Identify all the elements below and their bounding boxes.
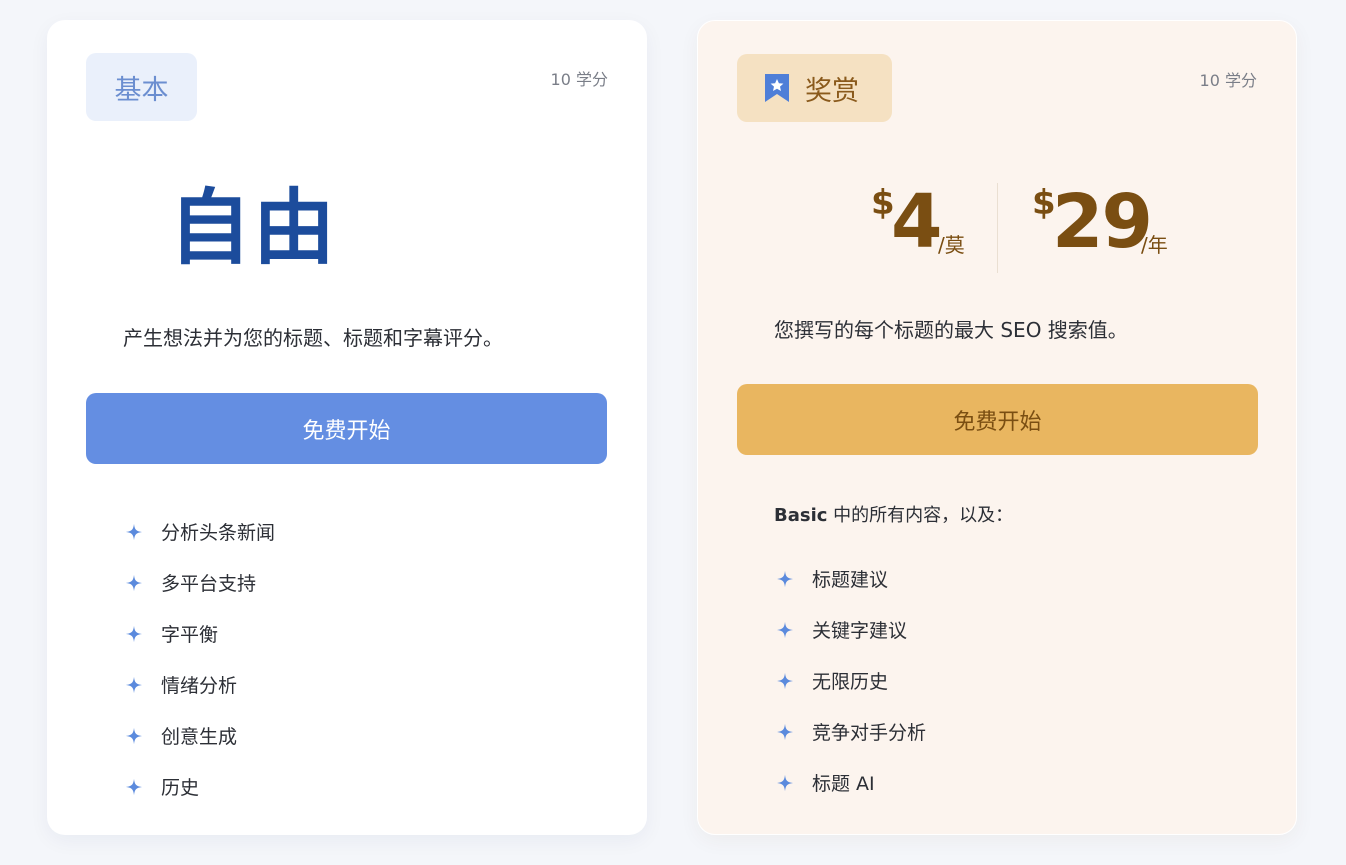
start-free-button[interactable]: 免费开始	[86, 393, 607, 464]
sparkle-icon	[125, 574, 143, 591]
sparkle-icon	[125, 727, 143, 744]
plan-badge-label: 基本	[114, 74, 169, 106]
premium-plan-card: 奖赏 10 学分 $ 4 /莫 $ 29 /年 您撰写的每个标题的最大 SEO …	[697, 20, 1297, 835]
includes-note: Basic 中的所有内容，以及：	[774, 501, 1013, 527]
price-row: $ 4 /莫 $ 29 /年	[698, 183, 1298, 275]
feature-label: 分析头条新闻	[161, 522, 276, 544]
sparkle-icon	[776, 621, 794, 638]
feature-item: 分析头条新闻	[125, 506, 275, 557]
plan-badge-premium: 奖赏	[737, 54, 892, 122]
sparkle-icon	[125, 625, 143, 642]
credits-label: 10 学分	[1199, 71, 1257, 90]
feature-label: 无限历史	[812, 671, 889, 693]
price-amount: 4	[891, 179, 942, 265]
feature-label: 历史	[161, 777, 200, 799]
feature-label: 字平衡	[161, 624, 219, 646]
basic-plan-card: 基本 10 学分 自由 产生想法并为您的标题、标题和字幕评分。 免费开始 分析头…	[47, 20, 647, 835]
feature-label: 标题建议	[812, 569, 889, 591]
sparkle-icon	[776, 723, 794, 740]
sparkle-icon	[776, 774, 794, 791]
plan-price-free: 自由	[169, 181, 338, 276]
sparkle-icon	[125, 676, 143, 693]
feature-label: 创意生成	[161, 726, 238, 748]
feature-item: 多平台支持	[125, 557, 275, 608]
price-divider	[997, 183, 998, 273]
feature-list: 分析头条新闻 多平台支持 字平衡 情绪分析 创意生成 历史	[125, 506, 275, 812]
bookmark-star-icon	[765, 74, 789, 102]
price-period: /年	[1141, 233, 1168, 257]
feature-label: 关键字建议	[812, 620, 908, 642]
feature-item: 创意生成	[125, 710, 275, 761]
credits-label: 10 学分	[550, 70, 608, 89]
price-period: /莫	[938, 233, 965, 257]
sparkle-icon	[125, 778, 143, 795]
feature-item: 标题 AI	[776, 757, 926, 808]
feature-item: 竞争对手分析	[776, 706, 926, 757]
feature-item: 字平衡	[125, 608, 275, 659]
feature-label: 情绪分析	[161, 675, 238, 697]
plan-badge-label: 奖赏	[805, 75, 859, 107]
feature-label: 竞争对手分析	[812, 722, 927, 744]
feature-item: 标题建议	[776, 553, 926, 604]
price-amount: 29	[1052, 179, 1153, 265]
start-free-button[interactable]: 免费开始	[737, 384, 1258, 455]
sparkle-icon	[776, 672, 794, 689]
plan-description: 您撰写的每个标题的最大 SEO 搜索值。	[774, 318, 1128, 342]
feature-item: 无限历史	[776, 655, 926, 706]
feature-item: 关键字建议	[776, 604, 926, 655]
feature-item: 情绪分析	[125, 659, 275, 710]
feature-list: 标题建议 关键字建议 无限历史 竞争对手分析 标题 AI	[776, 553, 926, 808]
feature-label: 多平台支持	[161, 573, 257, 595]
feature-label: 标题 AI	[812, 773, 875, 795]
sparkle-icon	[125, 523, 143, 540]
plan-badge-basic: 基本	[86, 53, 197, 121]
feature-item: 历史	[125, 761, 275, 812]
sparkle-icon	[776, 570, 794, 587]
includes-text: 中的所有内容，以及：	[827, 505, 1014, 526]
plan-description: 产生想法并为您的标题、标题和字幕评分。	[123, 326, 503, 350]
includes-plan-name: Basic	[774, 505, 828, 526]
